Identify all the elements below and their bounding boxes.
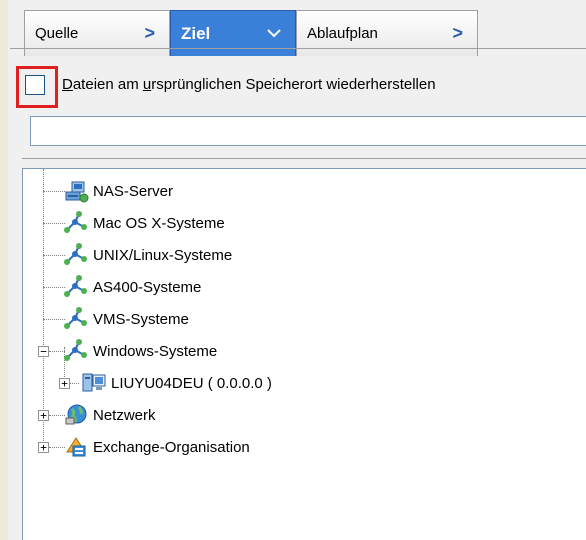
nas-server-icon bbox=[63, 178, 89, 204]
network-node-icon bbox=[63, 242, 89, 268]
chevron-down-icon bbox=[267, 25, 281, 42]
label-accel-u: u bbox=[142, 76, 152, 93]
tree-item-label: Mac OS X-Systeme bbox=[93, 214, 225, 232]
tree-item-label: VMS-Systeme bbox=[93, 310, 189, 328]
tree-item-label: Netzwerk bbox=[93, 406, 156, 424]
tree-item-as400[interactable]: AS400-Systeme bbox=[63, 272, 201, 302]
tree-item-netzwerk[interactable]: Netzwerk bbox=[63, 400, 156, 430]
tab-quelle[interactable]: Quelle > bbox=[24, 10, 170, 56]
network-node-icon bbox=[63, 274, 89, 300]
tree-item-unix-linux[interactable]: UNIX/Linux-Systeme bbox=[63, 240, 232, 270]
tree-line bbox=[69, 383, 79, 384]
network-node-icon bbox=[63, 210, 89, 236]
destination-tree[interactable]: − + + + NAS-Server Mac OS X-Systeme UNIX… bbox=[22, 168, 586, 540]
tree-item-exchange[interactable]: Exchange-Organisation bbox=[63, 432, 250, 462]
separator bbox=[22, 158, 586, 159]
tree-item-vms[interactable]: VMS-Systeme bbox=[63, 304, 189, 334]
tab-divider bbox=[10, 48, 586, 49]
tree-line bbox=[43, 191, 65, 192]
network-node-icon bbox=[63, 338, 89, 364]
tree-item-label: NAS-Server bbox=[93, 182, 174, 200]
tab-bar: Quelle > Ziel Ablaufplan > bbox=[14, 8, 586, 58]
expand-toggle[interactable]: + bbox=[38, 410, 49, 421]
tree-item-mac-os-x[interactable]: Mac OS X-Systeme bbox=[63, 208, 225, 238]
chevron-right-icon: > bbox=[452, 23, 463, 43]
tree-line bbox=[43, 319, 65, 320]
tree-item-label: LIUYU04DEU ( 0.0.0.0 ) bbox=[111, 374, 272, 392]
network-node-icon bbox=[63, 306, 89, 332]
tree-item-windows[interactable]: Windows-Systeme bbox=[63, 336, 217, 366]
tab-quelle-label: Quelle bbox=[35, 25, 79, 42]
label-accel-d: D bbox=[62, 76, 73, 93]
destination-path-input[interactable] bbox=[30, 116, 586, 146]
expand-toggle[interactable]: + bbox=[38, 442, 49, 453]
restore-original-location-label[interactable]: Dateien am ursprünglichen Speicherort wi… bbox=[62, 76, 436, 93]
tab-ziel-label: Ziel bbox=[181, 23, 211, 43]
computer-icon bbox=[81, 370, 107, 396]
expand-toggle[interactable]: + bbox=[59, 378, 70, 389]
tab-ablaufplan-label: Ablaufplan bbox=[307, 25, 378, 42]
tree-item-nas-server[interactable]: NAS-Server bbox=[63, 176, 173, 206]
label-post: rsprünglichen Speicherort wiederherstell… bbox=[151, 76, 436, 93]
tree-line bbox=[43, 223, 65, 224]
tree-item-computer[interactable]: LIUYU04DEU ( 0.0.0.0 ) bbox=[81, 368, 272, 398]
chevron-right-icon: > bbox=[144, 23, 155, 43]
label-mid: ateien am bbox=[72, 76, 143, 93]
tree-item-label: UNIX/Linux-Systeme bbox=[93, 246, 233, 264]
exchange-icon bbox=[63, 434, 89, 460]
tab-ablaufplan[interactable]: Ablaufplan > bbox=[296, 10, 478, 56]
tab-ziel[interactable]: Ziel bbox=[170, 10, 296, 56]
tree-item-label: Exchange-Organisation bbox=[93, 438, 250, 456]
tree-line bbox=[43, 287, 65, 288]
collapse-toggle[interactable]: − bbox=[38, 346, 49, 357]
tree-item-label: Windows-Systeme bbox=[93, 342, 218, 360]
globe-icon bbox=[63, 402, 89, 428]
tree-line bbox=[43, 255, 65, 256]
restore-original-location-checkbox[interactable] bbox=[25, 75, 45, 95]
tree-line bbox=[43, 169, 44, 447]
tree-item-label: AS400-Systeme bbox=[93, 278, 202, 296]
